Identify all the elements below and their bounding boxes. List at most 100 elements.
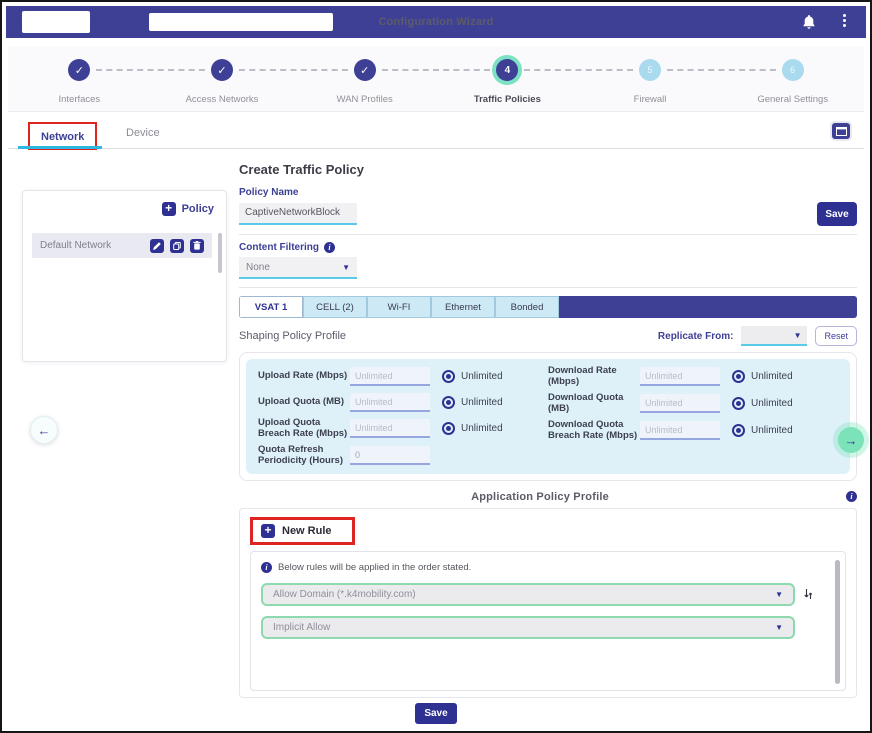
policy-list-scrollbar[interactable] bbox=[218, 233, 222, 273]
rules-info-text: Below rules will be applied in the order… bbox=[278, 562, 471, 573]
info-icon[interactable]: i bbox=[846, 491, 857, 502]
tab-cell[interactable]: CELL (2) bbox=[303, 296, 367, 318]
step-access-networks[interactable]: ✓ Access Networks bbox=[151, 59, 294, 111]
replicate-from-label: Replicate From: bbox=[658, 331, 734, 342]
radio-selected-icon[interactable] bbox=[442, 396, 455, 409]
radio-selected-icon[interactable] bbox=[442, 370, 455, 383]
download-column: Download Rate (Mbps) Unlimited Download … bbox=[548, 366, 838, 467]
delete-policy-button[interactable] bbox=[190, 239, 204, 253]
radio-selected-icon[interactable] bbox=[732, 370, 745, 383]
download-quota-breach-input[interactable] bbox=[640, 421, 720, 440]
next-arrow-icon: → bbox=[845, 433, 858, 448]
rule-row: Allow Domain (*.k4mobility.com) ▼ bbox=[261, 583, 821, 606]
quota-refresh-row: Quota Refresh Periodicity (Hours) bbox=[258, 445, 548, 467]
divider bbox=[239, 234, 857, 235]
step-general-settings[interactable]: 6 General Settings bbox=[721, 59, 864, 111]
reset-button[interactable]: Reset bbox=[815, 326, 857, 346]
content-filtering-label: Content Filtering bbox=[239, 242, 319, 253]
divider bbox=[239, 287, 857, 288]
policy-name-label: Policy Name bbox=[239, 187, 857, 198]
upload-quota-breach-row: Upload Quota Breach Rate (Mbps) Unlimite… bbox=[258, 418, 548, 440]
tab-device[interactable]: Device bbox=[126, 127, 160, 139]
quota-refresh-input[interactable] bbox=[350, 446, 430, 465]
step-number: 6 bbox=[782, 59, 804, 81]
radio-selected-icon[interactable] bbox=[732, 424, 745, 437]
create-traffic-policy-form: Create Traffic Policy Policy Name Save C… bbox=[239, 162, 857, 698]
download-quota-input[interactable] bbox=[640, 394, 720, 413]
edit-policy-button[interactable] bbox=[150, 239, 164, 253]
download-rate-row: Download Rate (Mbps) Unlimited bbox=[548, 366, 838, 388]
policy-list-item[interactable]: Default Network bbox=[32, 233, 212, 258]
upload-column: Upload Rate (Mbps) Unlimited Upload Quot… bbox=[258, 366, 548, 467]
download-rate-input[interactable] bbox=[640, 367, 720, 386]
tab-wifi[interactable]: Wi-FI bbox=[367, 296, 431, 318]
add-policy-button[interactable]: + Policy bbox=[162, 202, 214, 216]
scope-tabs: Network Device bbox=[8, 119, 864, 149]
rules-scrollbar[interactable] bbox=[835, 560, 840, 684]
window-panel-icon[interactable] bbox=[832, 123, 850, 139]
reorder-rule-handle[interactable] bbox=[795, 588, 821, 600]
rule-select-allow-domain[interactable]: Allow Domain (*.k4mobility.com) ▼ bbox=[261, 583, 795, 606]
tab-vsat-1[interactable]: VSAT 1 bbox=[239, 296, 303, 318]
wizard-stepper: ✓ Interfaces ✓ Access Networks ✓ WAN Pro… bbox=[8, 46, 864, 112]
titlebar: Configuration Wizard bbox=[6, 6, 866, 38]
plus-icon: + bbox=[261, 524, 275, 538]
tab-network[interactable]: Network bbox=[41, 131, 84, 143]
trash-icon bbox=[193, 241, 201, 250]
sort-arrows-icon bbox=[803, 588, 814, 600]
radio-selected-icon[interactable] bbox=[732, 397, 745, 410]
copy-icon bbox=[173, 242, 181, 250]
add-policy-label: Policy bbox=[182, 203, 214, 215]
content-filtering-select[interactable]: None ▼ bbox=[239, 257, 357, 279]
back-arrow-icon: ← bbox=[38, 423, 51, 438]
tab-ethernet[interactable]: Ethernet bbox=[431, 296, 495, 318]
bottom-save-button[interactable]: Save bbox=[415, 703, 457, 724]
replicate-from-select[interactable]: ▼ bbox=[741, 326, 807, 346]
application-policy-title: Application Policy Profile bbox=[239, 491, 841, 503]
step-check-icon: ✓ bbox=[354, 59, 376, 81]
step-check-icon: ✓ bbox=[68, 59, 90, 81]
step-traffic-policies[interactable]: 4 Traffic Policies bbox=[436, 59, 579, 111]
page-title: Configuration Wizard bbox=[6, 16, 866, 28]
next-arrow-button[interactable]: → bbox=[838, 427, 864, 453]
info-icon: i bbox=[261, 562, 272, 573]
info-icon[interactable]: i bbox=[324, 242, 335, 253]
rule-select-implicit-allow[interactable]: Implicit Allow ▼ bbox=[261, 616, 795, 639]
logo-placeholder bbox=[22, 11, 90, 33]
download-quota-row: Download Quota (MB) Unlimited bbox=[548, 393, 838, 415]
step-firewall[interactable]: 5 Firewall bbox=[579, 59, 722, 111]
form-title: Create Traffic Policy bbox=[239, 162, 857, 177]
notifications-bell-icon[interactable] bbox=[802, 15, 816, 29]
header-text-placeholder bbox=[149, 13, 333, 31]
download-quota-breach-row: Download Quota Breach Rate (Mbps) Unlimi… bbox=[548, 420, 838, 442]
tab-bonded[interactable]: Bonded bbox=[495, 296, 559, 318]
policy-name-text: Default Network bbox=[40, 240, 144, 251]
radio-selected-icon[interactable] bbox=[442, 422, 455, 435]
upload-rate-input[interactable] bbox=[350, 367, 430, 386]
chevron-down-icon: ▼ bbox=[775, 590, 783, 599]
policy-name-input[interactable] bbox=[239, 203, 357, 225]
upload-quota-input[interactable] bbox=[350, 393, 430, 412]
save-button[interactable]: Save bbox=[817, 202, 857, 226]
shaping-policy-title: Shaping Policy Profile bbox=[239, 330, 346, 342]
shaping-policy-card: Upload Rate (Mbps) Unlimited Upload Quot… bbox=[239, 352, 857, 481]
upload-rate-row: Upload Rate (Mbps) Unlimited bbox=[258, 366, 548, 387]
step-number: 4 bbox=[496, 59, 518, 81]
chevron-down-icon: ▼ bbox=[342, 263, 350, 272]
interface-tab-bar: VSAT 1 CELL (2) Wi-FI Ethernet Bonded bbox=[239, 296, 857, 318]
step-number: 5 bbox=[639, 59, 661, 81]
application-policy-card: + New Rule i Below rules will be applied… bbox=[239, 508, 857, 698]
copy-policy-button[interactable] bbox=[170, 239, 184, 253]
kebab-menu-icon[interactable] bbox=[843, 14, 846, 27]
new-rule-button[interactable]: + New Rule bbox=[261, 524, 332, 538]
annotation-box-new-rule: + New Rule bbox=[250, 517, 355, 545]
pencil-icon bbox=[153, 242, 161, 250]
back-button[interactable]: ← bbox=[30, 416, 58, 444]
active-tab-underline bbox=[18, 146, 102, 149]
upload-quota-breach-input[interactable] bbox=[350, 419, 430, 438]
policy-list-panel: + Policy Default Network bbox=[22, 190, 227, 362]
new-rule-label: New Rule bbox=[282, 525, 332, 537]
plus-icon: + bbox=[162, 202, 176, 216]
step-interfaces[interactable]: ✓ Interfaces bbox=[8, 59, 151, 111]
step-wan-profiles[interactable]: ✓ WAN Profiles bbox=[293, 59, 436, 111]
